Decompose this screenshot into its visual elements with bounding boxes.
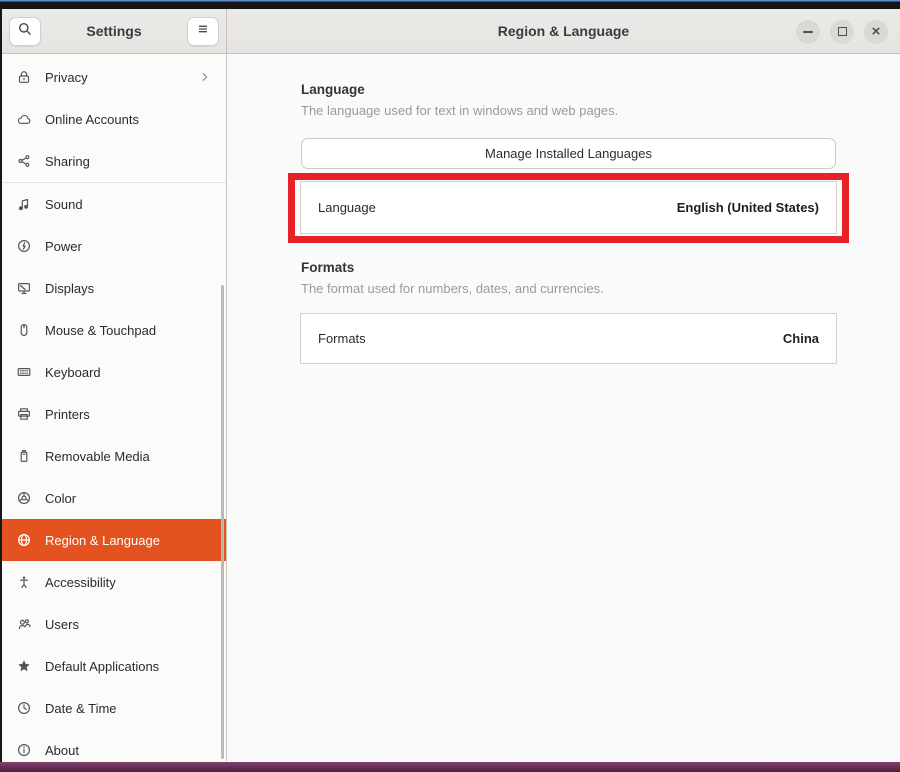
star-icon [16,658,32,674]
sidebar-item-label: Color [45,491,76,506]
language-section-description: The language used for text in windows an… [301,103,618,118]
power-icon [16,238,32,254]
accessibility-icon [16,574,32,590]
language-row[interactable]: Language English (United States) [300,181,837,234]
sidebar-item-label: Date & Time [45,701,117,716]
sidebar-item-label: Sharing [45,154,90,169]
headerbar: Settings Region & Language × [2,9,900,54]
sidebar-item-privacy[interactable]: Privacy [2,56,226,98]
clock-icon [16,700,32,716]
sidebar-item-label: Online Accounts [45,112,139,127]
music-note-icon [16,196,32,212]
menu-button[interactable] [187,17,219,46]
sidebar-title: Settings [86,23,141,39]
formats-section-heading: Formats [301,260,354,275]
sidebar-item-label: Accessibility [45,575,116,590]
sidebar-item-label: Keyboard [45,365,101,380]
sidebar-header: Settings [2,9,227,53]
sidebar-item-label: Privacy [45,70,88,85]
close-icon: × [872,24,881,39]
sidebar-item-keyboard[interactable]: Keyboard [2,351,226,393]
sidebar-item-region-and-language[interactable]: Region & Language [2,519,226,561]
search-button[interactable] [9,17,41,46]
sidebar-scrollbar[interactable] [221,285,224,759]
sidebar-item-sharing[interactable]: Sharing [2,140,226,182]
formats-row-label: Formats [318,331,366,346]
lock-icon [16,69,32,85]
sidebar-item-accessibility[interactable]: Accessibility [2,561,226,603]
manage-installed-languages-button[interactable]: Manage Installed Languages [301,138,836,169]
formats-row-value: China [783,331,819,346]
formats-row[interactable]: Formats China [300,313,837,364]
main-header: Region & Language × [227,9,900,53]
minimize-icon [803,31,813,33]
sidebar-item-color[interactable]: Color [2,477,226,519]
minimize-button[interactable] [796,20,820,44]
chevron-right-icon [198,70,212,84]
language-row-value: English (United States) [677,200,819,215]
keyboard-icon [16,364,32,380]
sidebar-item-label: Removable Media [45,449,150,464]
language-row-label: Language [318,200,376,215]
maximize-button[interactable] [830,20,854,44]
hamburger-menu-icon [195,21,211,42]
sidebar-item-label: Mouse & Touchpad [45,323,156,338]
page-title: Region & Language [498,23,629,39]
globe-icon [16,532,32,548]
sidebar-item-label: Printers [45,407,90,422]
info-icon [16,742,32,758]
sidebar-item-label: Default Applications [45,659,159,674]
sidebar-item-label: Users [45,617,79,632]
desktop-top-bar [0,0,900,9]
sidebar-item-about[interactable]: About [2,729,226,761]
desktop-background-strip [0,762,900,772]
sidebar-item-displays[interactable]: Displays [2,267,226,309]
sidebar: Privacy Online Accounts Sharing Sound Power D… [2,54,227,761]
sidebar-item-label: Sound [45,197,83,212]
window-body: Privacy Online Accounts Sharing Sound Power D… [2,54,900,761]
users-icon [16,616,32,632]
window-controls: × [796,9,888,54]
sidebar-item-label: Power [45,239,82,254]
sidebar-item-label: Displays [45,281,94,296]
sidebar-item-removable-media[interactable]: Removable Media [2,435,226,477]
sidebar-item-online-accounts[interactable]: Online Accounts [2,98,226,140]
content-pane: Language The language used for text in w… [227,54,900,761]
settings-window: Settings Region & Language × [0,9,900,762]
sidebar-item-date-and-time[interactable]: Date & Time [2,687,226,729]
formats-section-description: The format used for numbers, dates, and … [301,281,604,296]
printer-icon [16,406,32,422]
sidebar-item-power[interactable]: Power [2,225,226,267]
sidebar-item-label: About [45,743,79,758]
removable-media-icon [16,448,32,464]
share-icon [16,153,32,169]
sidebar-item-users[interactable]: Users [2,603,226,645]
sidebar-item-mouse-and-touchpad[interactable]: Mouse & Touchpad [2,309,226,351]
language-section-heading: Language [301,82,365,97]
display-icon [16,280,32,296]
sidebar-item-label: Region & Language [45,533,160,548]
sidebar-item-sound[interactable]: Sound [2,183,226,225]
maximize-icon [838,27,847,36]
close-button[interactable]: × [864,20,888,44]
color-icon [16,490,32,506]
screen: Settings Region & Language × [0,0,900,772]
cloud-icon [16,111,32,127]
mouse-icon [16,322,32,338]
sidebar-item-printers[interactable]: Printers [2,393,226,435]
sidebar-item-default-applications[interactable]: Default Applications [2,645,226,687]
search-icon [17,21,33,42]
